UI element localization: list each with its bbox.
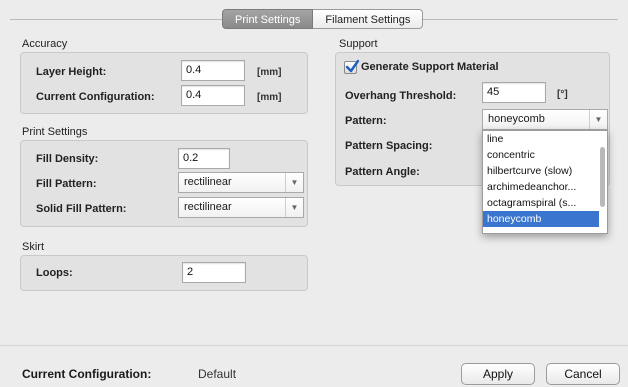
pattern-value: honeycomb [488,113,545,125]
footer-divider [0,345,628,346]
skirt-group-title: Skirt [22,241,44,253]
tab-bar: Print Settings Filament Settings [222,9,424,29]
layer-height-label: Layer Height: [36,66,107,78]
generate-support-checkbox[interactable] [344,59,360,74]
fill-pattern-label: Fill Pattern: [36,178,97,190]
dropdown-option[interactable]: hilbertcurve (slow) [483,163,599,179]
current-configuration-unit: [mm] [257,92,282,103]
generate-support-label: Generate Support Material [361,61,499,73]
dropdown-option[interactable]: line [483,131,599,147]
dropdown-option-selected[interactable]: honeycomb [483,211,599,227]
layer-height-input[interactable]: 0.4 [181,60,245,81]
accuracy-group [20,52,308,114]
fill-pattern-select[interactable]: rectilinear ▼ [178,172,304,193]
solid-fill-pattern-select[interactable]: rectilinear ▼ [178,197,304,218]
current-configuration-input[interactable]: 0.4 [181,85,245,106]
tab-filament-settings[interactable]: Filament Settings [313,9,424,29]
layer-height-unit: [mm] [257,67,282,78]
chevron-down-icon: ▼ [285,198,303,217]
checkmark-icon [345,59,360,73]
loops-input[interactable]: 2 [182,262,246,283]
pattern-select[interactable]: honeycomb ▼ [482,109,608,130]
overhang-threshold-label: Overhang Threshold: [345,90,457,102]
current-configuration-label: Current Configuration: [36,91,155,103]
tab-print-settings[interactable]: Print Settings [222,9,314,29]
accuracy-group-title: Accuracy [22,38,68,50]
footer-config-label: Current Configuration: [22,367,152,381]
loops-label: Loops: [36,267,73,279]
overhang-threshold-unit: [°] [557,89,568,100]
print-settings-group-title: Print Settings [22,126,88,138]
pattern-angle-label: Pattern Angle: [345,166,420,178]
solid-fill-pattern-value: rectilinear [184,201,232,213]
dropdown-scrollbar[interactable] [600,147,605,207]
dropdown-option[interactable]: archimedeanchor... [483,179,599,195]
cancel-button[interactable]: Cancel [546,363,620,385]
dropdown-option[interactable]: octagramspiral (s... [483,195,599,211]
solid-fill-pattern-label: Solid Fill Pattern: [36,203,127,215]
fill-density-input[interactable]: 0.2 [178,148,230,169]
footer-config-value: Default [198,367,237,381]
fill-pattern-value: rectilinear [184,176,232,188]
pattern-spacing-label: Pattern Spacing: [345,140,433,152]
overhang-threshold-input[interactable]: 45 [482,82,546,103]
apply-button[interactable]: Apply [461,363,535,385]
fill-density-label: Fill Density: [36,153,99,165]
support-group-title: Support [339,38,378,50]
pattern-dropdown-list: line concentric hilbertcurve (slow) arch… [482,130,608,234]
pattern-label: Pattern: [345,115,387,127]
dropdown-option[interactable]: concentric [483,147,599,163]
chevron-down-icon: ▼ [285,173,303,192]
chevron-down-icon: ▼ [589,110,607,129]
